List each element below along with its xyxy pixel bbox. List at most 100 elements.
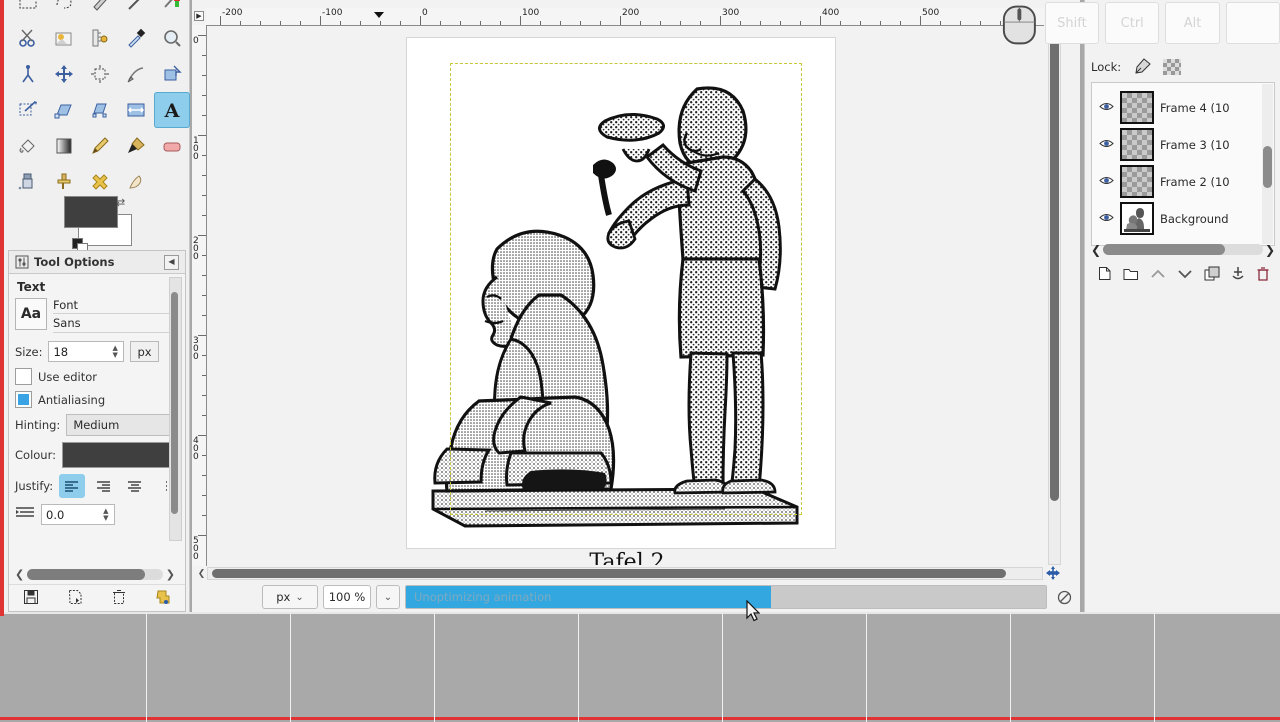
reset-tool-options-button[interactable] [155,589,171,608]
text-colour-swatch[interactable] [62,442,179,468]
delete-tool-preset-button[interactable] [111,589,127,608]
smudge-tool[interactable] [118,164,154,200]
horizontal-ruler[interactable]: -200 -100 0 100 200 300 400 500 [206,8,1044,26]
canvas-vscrollbar[interactable] [1048,26,1061,565]
foreground-select-tool[interactable] [46,20,82,56]
layers-hscrollbar[interactable]: ❮ ❯ [1091,243,1275,257]
layers-list[interactable]: Frame 4 (10 Frame 3 (10 Frame 2 (10 Back… [1091,82,1275,246]
scroll-right-icon[interactable]: ❯ [166,568,175,581]
color-swatch-area[interactable]: ⇄ [64,196,134,254]
ruler-origin-button[interactable]: ▶ [192,8,206,24]
text-tool[interactable]: A [154,92,190,128]
flip-tool[interactable] [118,92,154,128]
table-row[interactable]: Background [1092,200,1274,237]
free-select-tool[interactable] [46,0,82,20]
raise-layer-button[interactable] [1150,268,1166,283]
size-stepper-icon[interactable]: ▲ ▼ [113,344,122,359]
canvas[interactable]: Tafel 2 [207,26,1043,565]
anchor-layer-button[interactable] [1231,266,1245,284]
table-row[interactable]: Frame 2 (10 [1092,163,1274,200]
foreground-color-swatch[interactable] [64,196,118,228]
dock-menu-button[interactable]: ◀ [164,254,179,270]
eyedropper-tool[interactable] [118,20,154,56]
justify-center-button[interactable] [122,474,147,498]
table-row[interactable]: Frame 3 (10 [1092,126,1274,163]
move-tool[interactable] [46,56,82,92]
indent-spinner[interactable]: ▲▼ [41,504,115,525]
color-picker-tool[interactable] [154,0,190,20]
clone-tool[interactable] [46,164,82,200]
duplicate-layer-button[interactable] [1204,266,1220,284]
gradient-tool[interactable] [46,128,82,164]
paintbrush-tool[interactable] [118,128,154,164]
layer-thumbnail[interactable] [1120,165,1154,198]
statusbar: px ⌄ 100 % ⌄ Unoptimizing animation [192,582,1080,612]
save-tool-preset-button[interactable] [23,589,39,608]
layers-scrollbar[interactable] [1262,84,1273,244]
tool-options-hscrollbar[interactable]: ❮ ❯ [15,567,175,581]
eraser-tool[interactable] [154,128,190,164]
delete-layer-button[interactable] [1256,266,1270,284]
justify-left-button[interactable] [59,474,85,498]
lock-alpha-icon[interactable] [1163,59,1182,75]
tool-options-tab[interactable]: Tool Options ◀ [9,251,185,274]
unified-transform-tool[interactable] [154,56,190,92]
use-editor-row[interactable]: Use editor [15,368,179,385]
tool-options-scrollbar[interactable] [169,277,182,541]
scroll-left-icon[interactable]: ❮ [15,568,24,581]
layer-visibility-icon[interactable] [1098,212,1114,226]
table-row[interactable]: Frame 4 (10 [1092,89,1274,126]
paths-tool[interactable] [118,0,154,20]
rect-select-tool[interactable] [10,0,46,20]
airbrush-tool[interactable] [10,164,46,200]
vertical-ruler[interactable]: 0 100 200 300 400 500 [192,25,207,566]
fuzzy-select-tool[interactable] [82,0,118,20]
indent-input[interactable] [42,507,104,522]
zoom-value[interactable]: 100 % [323,585,371,609]
layer-visibility-icon[interactable] [1098,175,1114,189]
scroll-left-icon[interactable]: ❮ [1091,243,1101,257]
unit-combo[interactable]: px ⌄ [262,585,318,609]
font-value[interactable]: Sans [53,314,179,333]
size-unit[interactable]: px [130,341,159,362]
warp-transform-tool[interactable] [118,56,154,92]
hinting-combo[interactable]: Medium [66,414,179,436]
antialiasing-checkbox[interactable] [15,391,32,408]
indent-stepper-icon[interactable]: ▲ ▼ [103,507,112,522]
justify-right-button[interactable] [91,474,116,498]
canvas-hscrollbar[interactable] [207,567,1043,580]
align-tool[interactable] [10,56,46,92]
swap-colors-icon[interactable]: ⇄ [116,196,125,209]
navigation-preview-button[interactable] [1045,566,1061,580]
bucket-fill-tool[interactable] [10,128,46,164]
scale-tool[interactable] [46,92,82,128]
layer-thumbnail[interactable] [1120,91,1154,124]
quickmask-toggle[interactable]: ❮ [196,567,207,580]
size-spinner[interactable]: ▲▼ [48,341,125,362]
layer-thumbnail[interactable] [1120,128,1154,161]
scissors-select-tool[interactable] [10,20,46,56]
antialiasing-row[interactable]: Antialiasing [15,391,179,408]
shear-tool[interactable] [82,92,118,128]
layer-visibility-icon[interactable] [1098,101,1114,115]
restore-tool-preset-button[interactable] [67,589,83,608]
crop-tool[interactable] [82,56,118,92]
layer-visibility-icon[interactable] [1098,138,1114,152]
font-preview[interactable]: Aa [15,298,47,330]
layer-thumbnail[interactable] [1120,202,1154,235]
lock-pixels-icon[interactable] [1133,57,1151,77]
pencil-tool[interactable] [82,128,118,164]
new-layer-group-button[interactable] [1123,267,1139,284]
lower-layer-button[interactable] [1177,268,1193,283]
zoom-dropdown-button[interactable]: ⌄ [376,585,400,609]
rotate-tool[interactable] [10,92,46,128]
vruler-label: 0 [193,36,199,46]
measure-tool[interactable] [82,20,118,56]
zoom-tool[interactable] [154,20,190,56]
size-input[interactable] [49,344,113,359]
use-editor-checkbox[interactable] [15,368,32,385]
new-layer-button[interactable] [1097,266,1112,284]
scroll-right-icon[interactable]: ❯ [1265,243,1275,257]
cancel-button[interactable] [1052,585,1076,609]
heal-tool[interactable] [82,164,118,200]
